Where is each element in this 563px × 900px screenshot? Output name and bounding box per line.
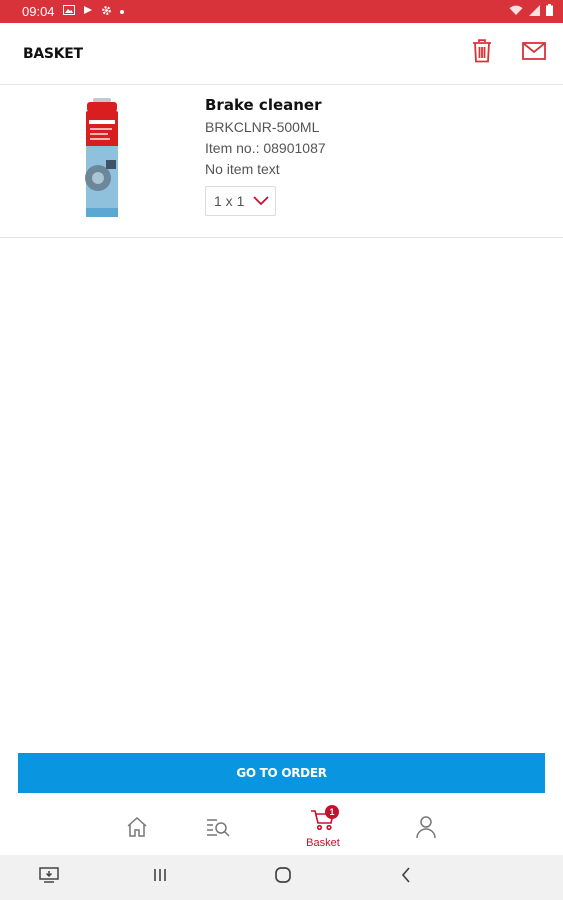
delete-basket-button[interactable] bbox=[469, 39, 495, 68]
product-name: Brake cleaner bbox=[205, 96, 322, 114]
email-basket-button[interactable] bbox=[521, 41, 547, 67]
signal-icon bbox=[529, 4, 540, 19]
system-navigation-bar bbox=[0, 855, 563, 900]
bottom-navigation: 1 Basket bbox=[0, 803, 563, 855]
product-code: BRKCLNR-500ML bbox=[205, 119, 320, 135]
settings-icon bbox=[101, 5, 112, 19]
home-circle-icon bbox=[274, 866, 292, 889]
quantity-dropdown[interactable]: 1 x 1 bbox=[205, 186, 276, 216]
mail-icon bbox=[522, 42, 546, 65]
home-system-button[interactable] bbox=[263, 855, 303, 900]
nav-account[interactable] bbox=[406, 803, 446, 855]
nav-home[interactable] bbox=[117, 803, 157, 855]
play-store-icon bbox=[83, 5, 93, 18]
nav-basket-label: Basket bbox=[306, 837, 340, 849]
account-icon bbox=[415, 815, 437, 844]
recent-apps-button[interactable] bbox=[140, 855, 180, 900]
screen-mirror-button[interactable] bbox=[29, 855, 69, 900]
screen-mirror-icon bbox=[39, 867, 59, 888]
product-item-text: No item text bbox=[205, 161, 280, 177]
page-title: BASKET bbox=[23, 45, 83, 62]
back-button[interactable] bbox=[386, 855, 426, 900]
product-image bbox=[84, 98, 120, 217]
basket-count-badge: 1 bbox=[325, 805, 339, 819]
product-item-number: Item no.: 08901087 bbox=[205, 140, 326, 156]
recent-apps-icon bbox=[152, 867, 168, 888]
status-bar: 09:04 bbox=[0, 0, 563, 23]
catalog-search-icon bbox=[205, 816, 231, 843]
nav-basket[interactable]: 1 Basket bbox=[298, 803, 348, 855]
status-time: 09:04 bbox=[22, 4, 55, 19]
basket-item[interactable]: Brake cleaner BRKCLNR-500ML Item no.: 08… bbox=[0, 86, 563, 238]
chevron-down-icon bbox=[253, 196, 269, 206]
quantity-value: 1 x 1 bbox=[214, 193, 245, 209]
battery-icon bbox=[546, 4, 553, 19]
image-icon bbox=[62, 5, 75, 18]
dot-icon bbox=[119, 6, 124, 17]
home-icon bbox=[125, 815, 149, 844]
back-icon bbox=[400, 867, 412, 888]
nav-catalog-search[interactable] bbox=[198, 803, 238, 855]
app-header: BASKET bbox=[0, 23, 563, 85]
go-to-order-button[interactable]: GO TO ORDER bbox=[18, 753, 545, 793]
wifi-icon bbox=[509, 4, 523, 19]
trash-icon bbox=[472, 39, 492, 68]
